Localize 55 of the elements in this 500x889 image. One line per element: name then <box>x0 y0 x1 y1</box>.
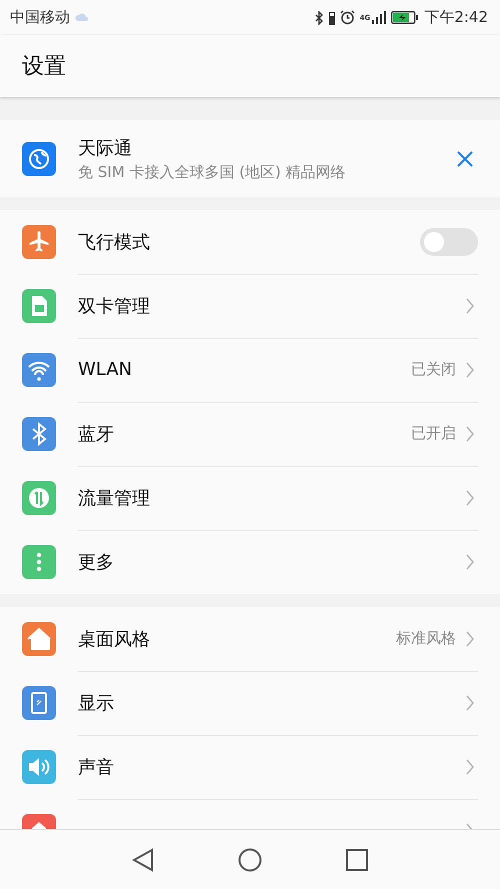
item-label: 流量管理 <box>78 486 151 510</box>
bluetooth-icon <box>22 417 56 451</box>
chevron-icon <box>466 694 474 710</box>
chevron-icon <box>466 630 474 646</box>
chevron-icon <box>466 554 474 570</box>
item-label: 飞行模式 <box>78 230 151 254</box>
sim-card-icon <box>22 289 56 323</box>
battery-icon <box>328 10 335 24</box>
weather-icon <box>75 12 89 22</box>
toggle-switch[interactable] <box>420 228 478 256</box>
home-icon[interactable] <box>238 848 262 872</box>
wifi-icon <box>22 353 56 387</box>
settings-item[interactable]: 流量管理 <box>0 466 500 530</box>
page-title: 设置 <box>22 53 66 81</box>
suggestion-description: 免 SIM 卡接入全球多国 (地区) 精品网络 <box>78 162 347 182</box>
item-value: 已关闭 <box>411 360 456 379</box>
recents-icon[interactable] <box>346 848 368 870</box>
item-value: 已开启 <box>411 424 456 443</box>
chevron-icon <box>466 758 474 774</box>
globe-icon <box>22 142 56 176</box>
chevron-icon <box>466 298 474 314</box>
clock-time: 下午2:42 <box>424 8 488 27</box>
bluetooth-icon <box>314 10 324 24</box>
item-label: 蓝牙 <box>78 422 115 446</box>
item-label: 双卡管理 <box>78 294 151 318</box>
settings-item[interactable]: 更多 <box>0 530 500 594</box>
settings-item[interactable]: 桌面风格 标准风格 <box>0 607 500 671</box>
item-label: 声音 <box>78 756 115 778</box>
speaker-icon <box>22 750 56 784</box>
settings-item[interactable]: WLAN 已关闭 <box>0 338 500 402</box>
item-value: 标准风格 <box>396 629 456 648</box>
suggestion-card[interactable]: 天际通 免 SIM 卡接入全球多国 (地区) 精品网络 <box>0 120 500 197</box>
suggestion-title: 天际通 <box>78 136 133 160</box>
battery-icon <box>391 11 420 24</box>
back-icon[interactable] <box>132 848 154 872</box>
item-label: 更多 <box>78 551 115 574</box>
settings-item[interactable]: 双卡管理 <box>0 274 500 338</box>
airplane-icon <box>22 225 56 259</box>
chevron-icon <box>466 426 474 442</box>
settings-item[interactable]: 显示 <box>0 671 500 735</box>
settings-item[interactable]: 飞行模式 <box>0 210 500 274</box>
carrier-name: 中国移动 <box>10 8 70 27</box>
phone-screen-icon <box>22 686 56 720</box>
settings-item[interactable]: 声音 <box>0 735 500 799</box>
house-icon <box>22 622 56 656</box>
chevron-icon <box>466 362 474 378</box>
alarm-icon <box>340 10 355 25</box>
item-label: WLAN <box>78 359 134 380</box>
chevron-icon <box>466 490 474 506</box>
settings-item[interactable]: 蓝牙 已开启 <box>0 402 500 466</box>
dots-icon <box>22 545 56 579</box>
item-label: 桌面风格 <box>78 628 151 650</box>
signal-icon <box>372 11 386 24</box>
item-label: 显示 <box>78 692 115 714</box>
close-icon <box>456 150 474 168</box>
